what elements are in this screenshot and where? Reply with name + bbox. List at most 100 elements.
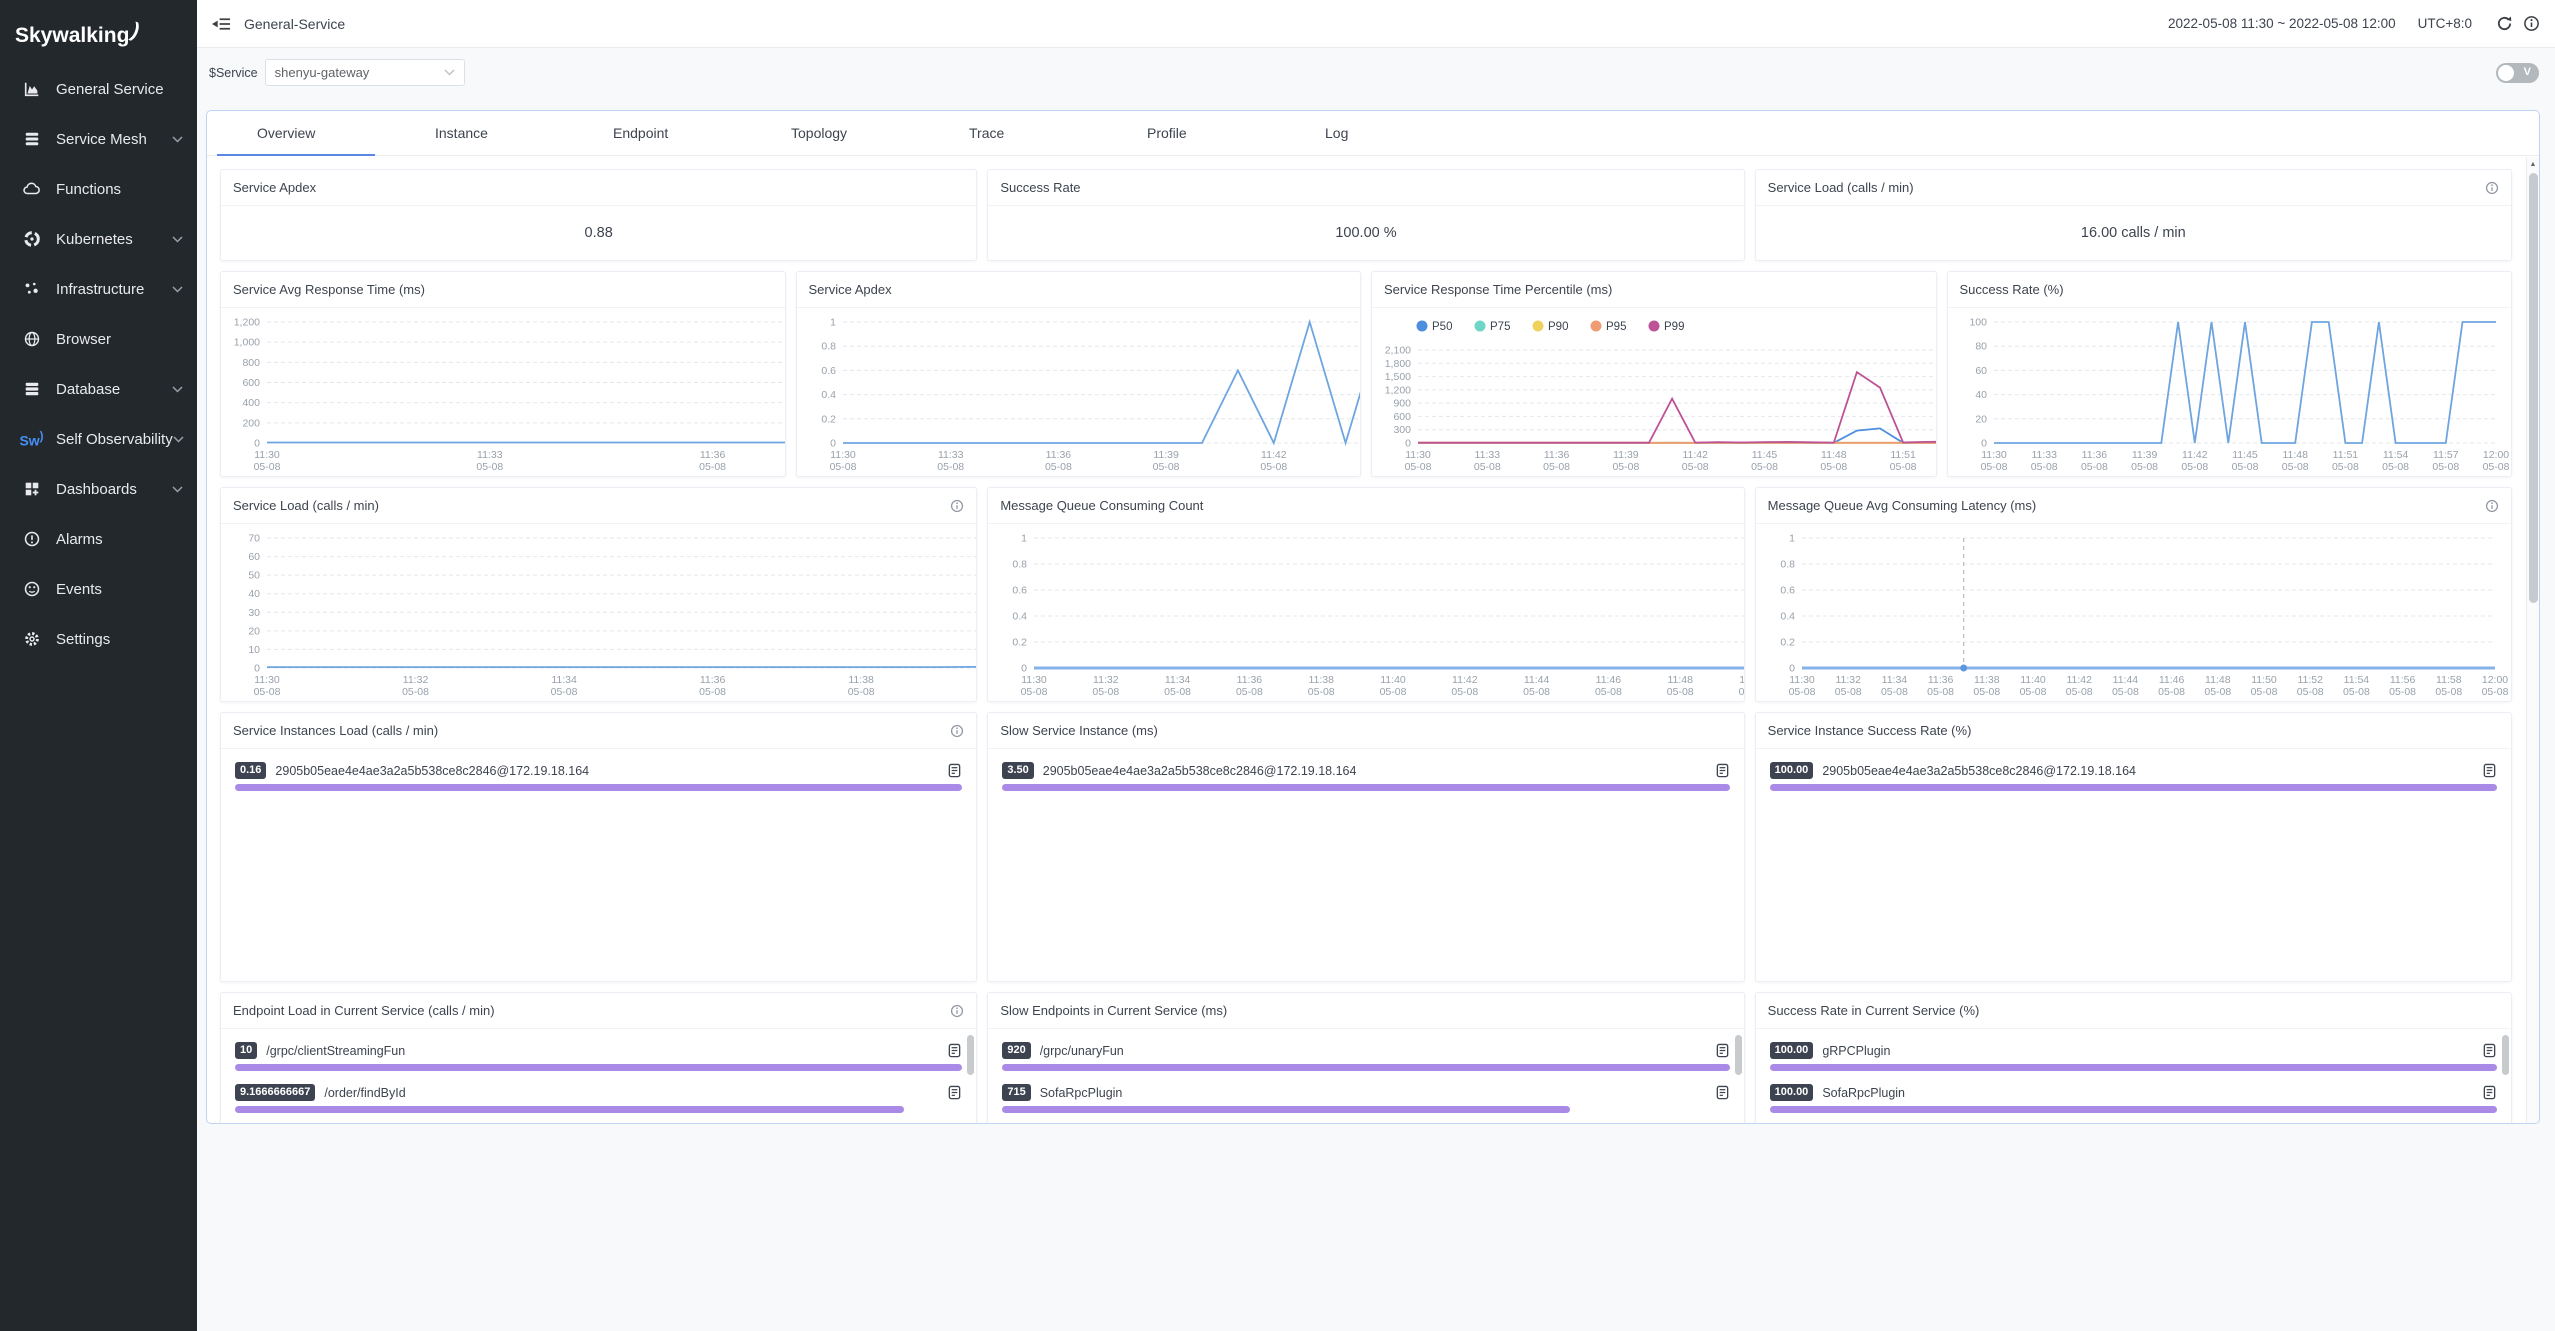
inspect-icon[interactable] bbox=[947, 1043, 962, 1058]
item-label: /order/findById bbox=[324, 1086, 938, 1100]
svg-text:11:52: 11:52 bbox=[2297, 674, 2323, 686]
list-item: 3.502905b05eae4e4ae3a2a5b538ce8c2846@172… bbox=[988, 749, 1743, 791]
inspect-icon[interactable] bbox=[947, 763, 962, 778]
card-title: Service Apdex bbox=[233, 180, 316, 195]
sidebar-item-kubernetes[interactable]: Kubernetes bbox=[0, 214, 197, 264]
tab-trace[interactable]: Trace bbox=[919, 111, 1097, 155]
svg-text:11:51: 11:51 bbox=[1890, 449, 1916, 461]
card-title: Endpoint Load in Current Service (calls … bbox=[233, 1003, 495, 1018]
svg-text:05-08: 05-08 bbox=[1021, 686, 1048, 698]
metric-value: 16.00 calls / min bbox=[1756, 206, 2511, 260]
svg-text:05-08: 05-08 bbox=[2019, 686, 2046, 698]
svg-text:600: 600 bbox=[1393, 411, 1411, 423]
inspect-icon[interactable] bbox=[2482, 1085, 2497, 1100]
server-icon bbox=[21, 380, 42, 398]
service-select[interactable]: shenyu-gateway bbox=[265, 59, 465, 86]
svg-text:05-08: 05-08 bbox=[2231, 461, 2258, 473]
tab-profile[interactable]: Profile bbox=[1097, 111, 1275, 155]
tab-topology[interactable]: Topology bbox=[741, 111, 919, 155]
sidebar-item-alarms[interactable]: Alarms bbox=[0, 514, 197, 564]
tab-instance[interactable]: Instance bbox=[385, 111, 563, 155]
value-badge: 3.50 bbox=[1002, 762, 1033, 779]
sidebar-item-functions[interactable]: Functions bbox=[0, 164, 197, 214]
app-logo: Skywalking) bbox=[0, 0, 197, 64]
value-bar bbox=[235, 1064, 962, 1071]
svg-text:05-08: 05-08 bbox=[2204, 686, 2231, 698]
inspect-icon[interactable] bbox=[947, 1085, 962, 1100]
svg-text:10: 10 bbox=[248, 644, 260, 656]
sidebar-item-service-mesh[interactable]: Service Mesh bbox=[0, 114, 197, 164]
svg-text:800: 800 bbox=[242, 357, 260, 369]
list-item: 9.1666666667/http/order/findById bbox=[221, 1113, 976, 1124]
scrollbar-thumb[interactable] bbox=[2529, 173, 2538, 603]
svg-text:0.4: 0.4 bbox=[821, 389, 836, 401]
svg-text:P99: P99 bbox=[1664, 321, 1684, 333]
version-toggle[interactable]: V bbox=[2496, 63, 2539, 83]
inspect-icon[interactable] bbox=[1715, 1085, 1730, 1100]
svg-text:1: 1 bbox=[1789, 533, 1795, 545]
info-icon[interactable] bbox=[950, 724, 964, 738]
tab-endpoint[interactable]: Endpoint bbox=[563, 111, 741, 155]
svg-text:11:48: 11:48 bbox=[1821, 449, 1847, 461]
scroll-up-arrow[interactable]: ▲ bbox=[2527, 157, 2539, 171]
tab-overview[interactable]: Overview bbox=[207, 111, 385, 155]
svg-text:05-08: 05-08 bbox=[1405, 461, 1432, 473]
value-badge: 715 bbox=[1002, 1084, 1030, 1101]
menu-fold-icon[interactable] bbox=[212, 16, 231, 32]
svg-text:11:38: 11:38 bbox=[1309, 674, 1335, 686]
sidebar-item-dashboards[interactable]: Dashboards bbox=[0, 464, 197, 514]
inspect-icon[interactable] bbox=[2482, 763, 2497, 778]
tabs-bar: OverviewInstanceEndpointTopologyTracePro… bbox=[207, 111, 2539, 156]
svg-text:11:30: 11:30 bbox=[830, 449, 856, 461]
info-icon[interactable] bbox=[2485, 181, 2499, 195]
svg-text:05-08: 05-08 bbox=[1308, 686, 1335, 698]
info-icon[interactable] bbox=[2485, 499, 2499, 513]
inspect-icon[interactable] bbox=[1715, 1043, 1730, 1058]
svg-text:05-08: 05-08 bbox=[2481, 686, 2508, 698]
sidebar-item-infrastructure[interactable]: Infrastructure bbox=[0, 264, 197, 314]
svg-text:05-08: 05-08 bbox=[2382, 461, 2409, 473]
inspect-icon[interactable] bbox=[2482, 1043, 2497, 1058]
logo-swoosh-icon: ) bbox=[128, 19, 143, 44]
list-item: 613.3333333333gRPCPlugin bbox=[988, 1113, 1743, 1124]
info-icon[interactable] bbox=[2523, 15, 2540, 32]
svg-text:P75: P75 bbox=[1490, 321, 1510, 333]
sidebar-item-database[interactable]: Database bbox=[0, 364, 197, 414]
alert-circle-icon bbox=[21, 530, 42, 548]
card-title: Service Load (calls / min) bbox=[1768, 180, 1914, 195]
scrollbar-thumb[interactable] bbox=[967, 1035, 974, 1075]
service-apdex-card: Service Apdex0.88 bbox=[220, 169, 977, 261]
svg-text:2,100: 2,100 bbox=[1385, 345, 1411, 357]
info-icon[interactable] bbox=[950, 499, 964, 513]
sidebar-item-label: Infrastructure bbox=[56, 281, 172, 298]
svg-text:11:30: 11:30 bbox=[1022, 674, 1048, 686]
sidebar-item-browser[interactable]: Browser bbox=[0, 314, 197, 364]
svg-text:0: 0 bbox=[1981, 438, 1987, 450]
refresh-icon[interactable] bbox=[2496, 15, 2513, 32]
sidebar-menu: General ServiceService MeshFunctionsKube… bbox=[0, 64, 197, 664]
svg-text:11:30: 11:30 bbox=[1789, 674, 1815, 686]
time-range-picker[interactable]: 2022-05-08 11:30 ~ 2022-05-08 12:00 bbox=[2168, 16, 2396, 31]
tab-log[interactable]: Log bbox=[1275, 111, 1453, 155]
svg-text:1,500: 1,500 bbox=[1385, 371, 1411, 383]
success-rate-card: Success Rate100.00 % bbox=[987, 169, 1744, 261]
svg-text:100: 100 bbox=[1969, 317, 1987, 329]
value-bar bbox=[1770, 1106, 2497, 1113]
chevron-down-icon bbox=[172, 486, 183, 493]
svg-text:11:33: 11:33 bbox=[1475, 449, 1501, 461]
info-icon[interactable] bbox=[950, 1004, 964, 1018]
svg-text:05-08: 05-08 bbox=[1751, 461, 1778, 473]
sidebar-item-events[interactable]: Events bbox=[0, 564, 197, 614]
scrollbar-thumb[interactable] bbox=[1735, 1035, 1742, 1075]
scrollbar-thumb[interactable] bbox=[2502, 1035, 2509, 1075]
svg-text:0.6: 0.6 bbox=[821, 365, 836, 377]
sidebar-item-settings[interactable]: Settings bbox=[0, 614, 197, 664]
svg-text:60: 60 bbox=[1975, 365, 1987, 377]
svg-text:0.8: 0.8 bbox=[1013, 559, 1028, 571]
sidebar-item-general-service[interactable]: General Service bbox=[0, 64, 197, 114]
inspect-icon[interactable] bbox=[1715, 763, 1730, 778]
svg-text:05-08: 05-08 bbox=[1452, 686, 1479, 698]
svg-text:11:39: 11:39 bbox=[2131, 449, 2157, 461]
svg-text:11:32: 11:32 bbox=[1093, 674, 1119, 686]
sidebar-item-self-observability[interactable]: Sw)Self Observability bbox=[0, 414, 197, 464]
